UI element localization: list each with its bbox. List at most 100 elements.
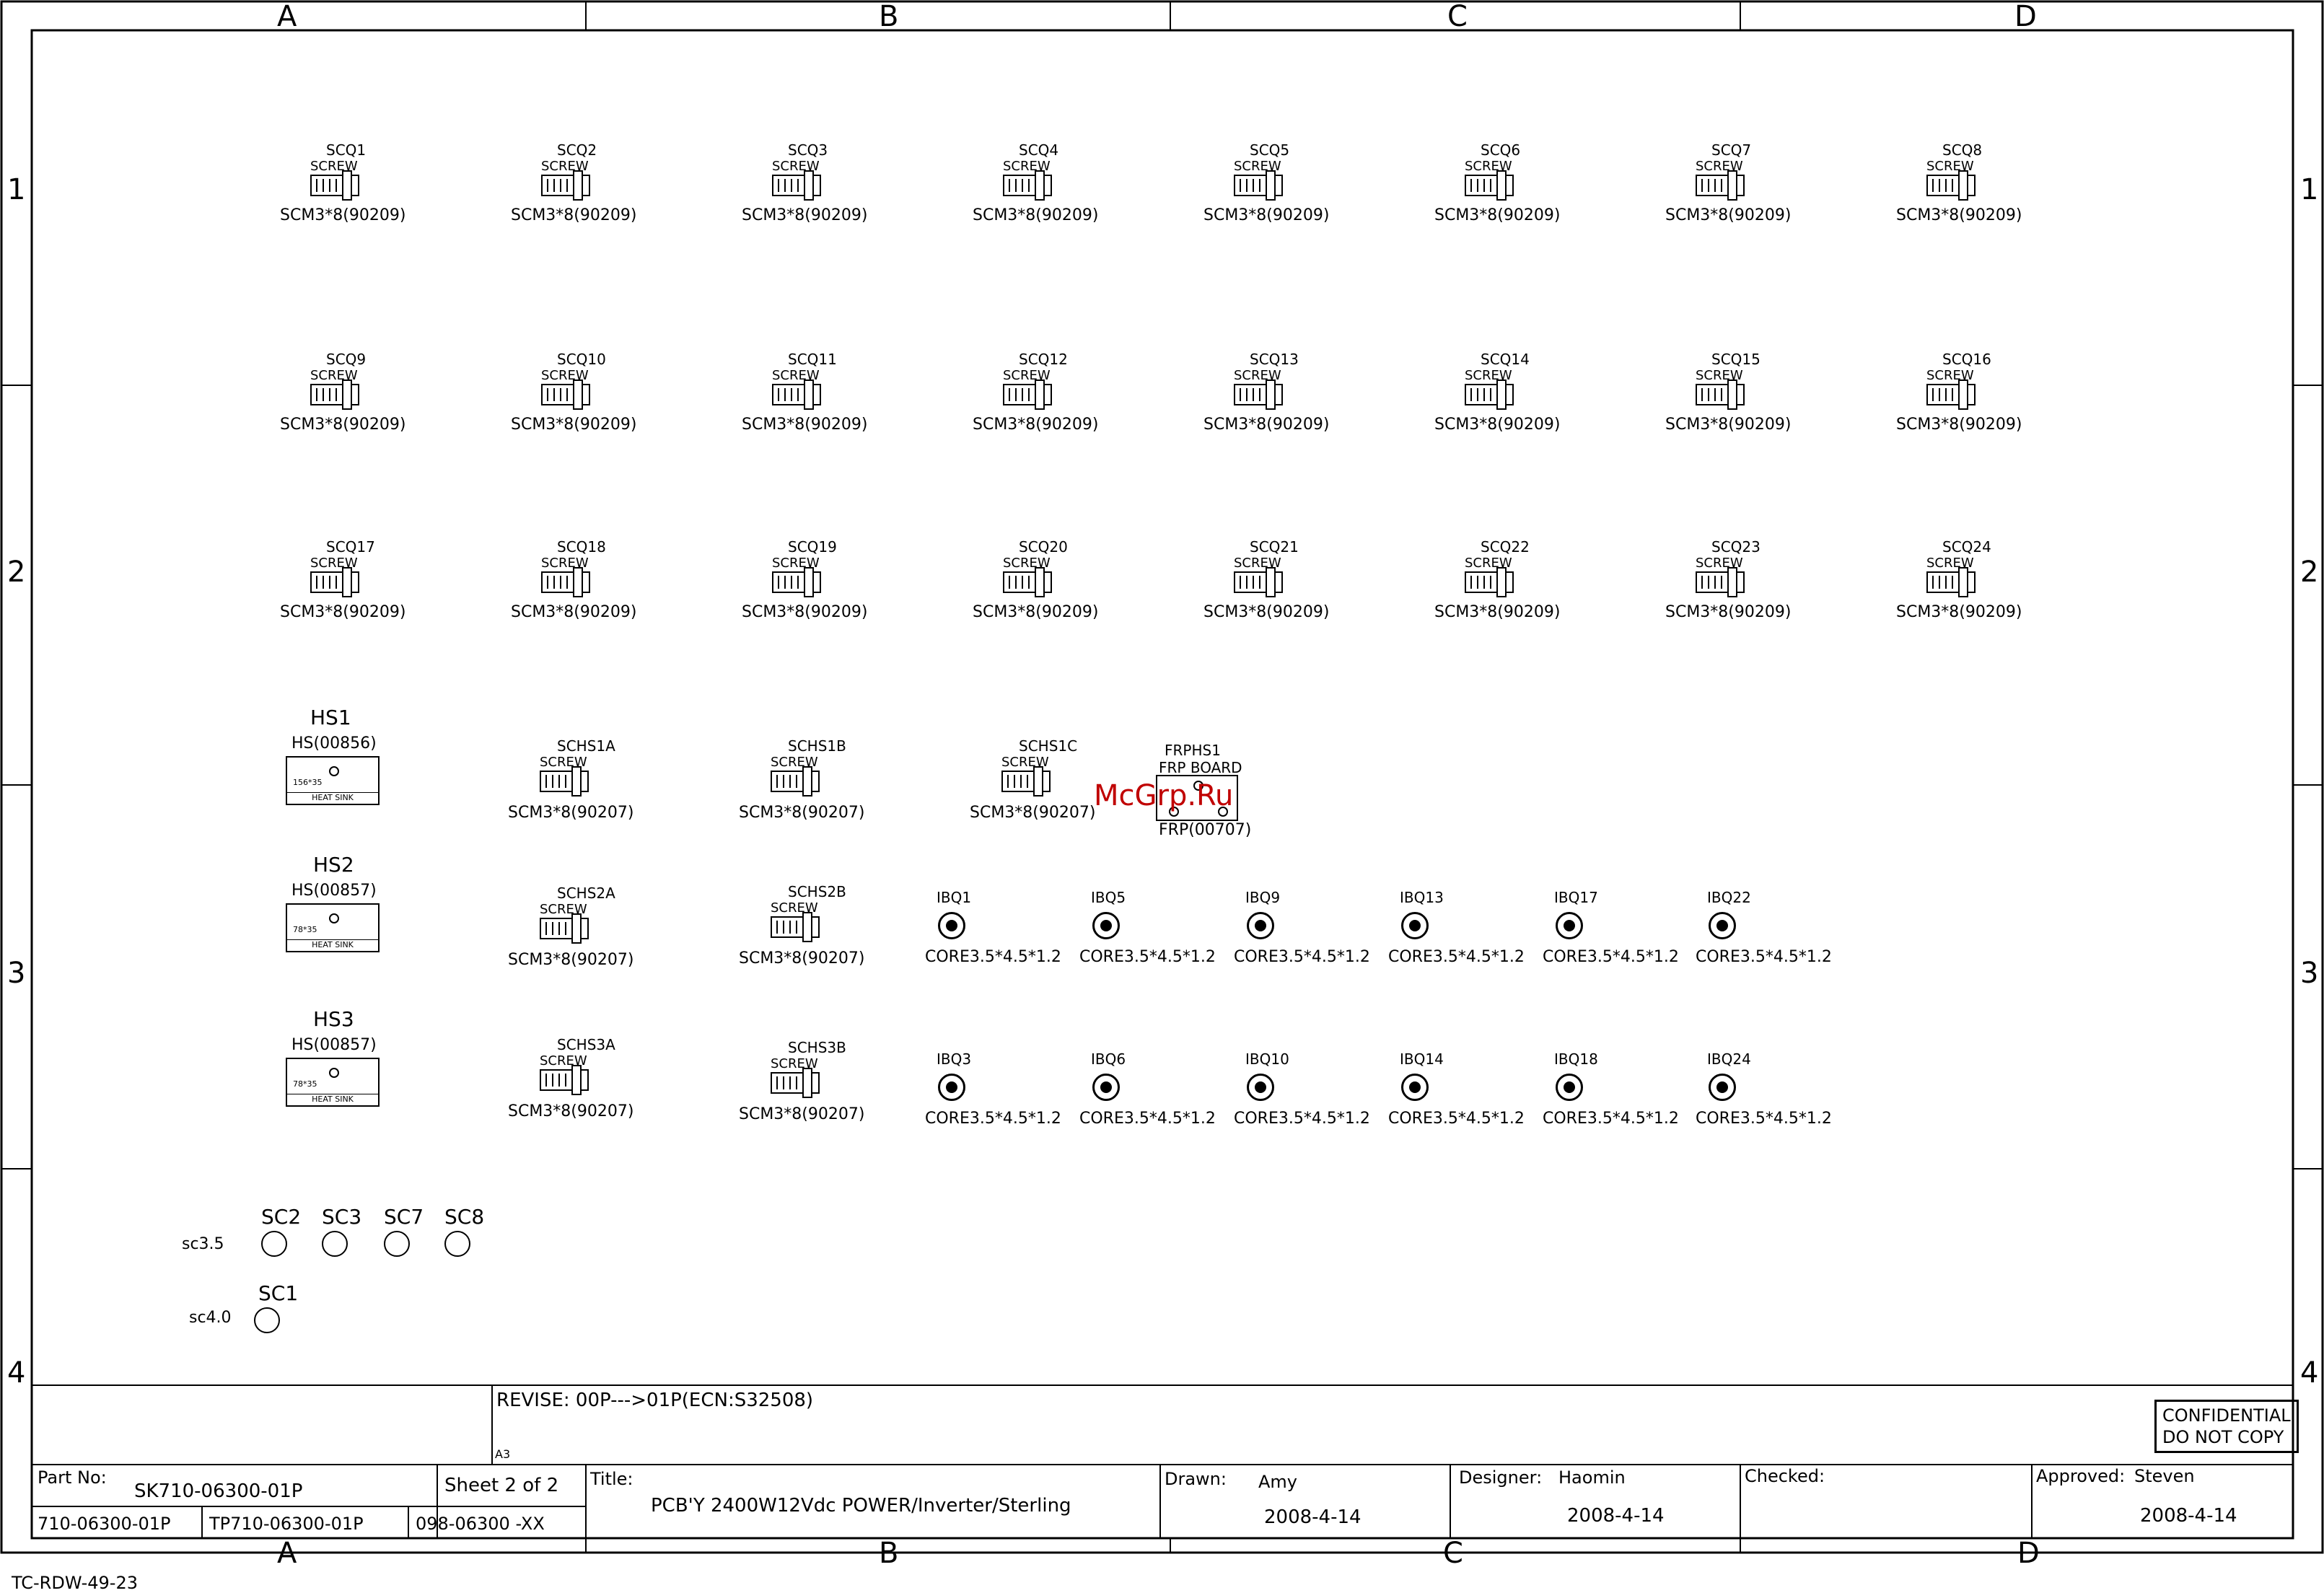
- screw-value: SCM3*8(90209): [973, 416, 1099, 434]
- screw-symbol: [541, 379, 590, 410]
- heatsink-ref: HS2: [313, 853, 354, 877]
- screw-ref: SCQ16: [1942, 351, 1991, 368]
- screw-value: SCM3*8(90207): [970, 804, 1096, 822]
- part-no-value: SK710-06300-01P: [134, 1480, 303, 1502]
- core-ref: IBQ5: [1091, 889, 1126, 906]
- schematic-sheet: A B C D A B C D 1 2 3 4 1 2 3 4 SCQ1 SCRE…: [0, 0, 2324, 1593]
- screw-value: SCM3*8(90209): [973, 603, 1099, 621]
- screw-ref: SCQ9: [326, 351, 367, 368]
- core-value: CORE3.5*4.5*1.2: [1696, 948, 1832, 966]
- core-ref: IBQ1: [937, 889, 972, 906]
- heatsink-symbol: 156*35 HEAT SINK: [286, 756, 380, 805]
- mounting-hole-size-label: sc4.0: [189, 1309, 232, 1327]
- title-label: Title:: [590, 1469, 633, 1489]
- mounting-hole-size-label: sc3.5: [182, 1235, 224, 1253]
- approved-label: Approved:: [2036, 1466, 2126, 1486]
- zone-col-c-top: C: [1447, 0, 1468, 33]
- screw-ref: SCQ10: [557, 351, 606, 368]
- mounting-hole-symbol: [254, 1307, 280, 1333]
- screw-ref: SCQ11: [788, 351, 837, 368]
- heatsink-ref: HS1: [310, 706, 351, 729]
- screw-value: SCM3*8(90209): [280, 206, 406, 224]
- screw-ref: SCQ22: [1481, 538, 1530, 556]
- screw-value: SCM3*8(90209): [1896, 416, 2022, 434]
- core-ref: IBQ9: [1245, 889, 1281, 906]
- code-2: TP710-06300-01P: [209, 1514, 364, 1534]
- mounting-hole-symbol: [384, 1231, 410, 1257]
- drawn-date: 2008-4-14: [1264, 1506, 1361, 1528]
- mounting-hole-ref: SC2: [261, 1205, 302, 1229]
- screw-value: SCM3*8(90209): [1434, 416, 1561, 434]
- drawn-label: Drawn:: [1165, 1469, 1227, 1489]
- screw-symbol: [771, 912, 820, 942]
- ferrite-core-symbol: [938, 1074, 965, 1101]
- screw-symbol: [1696, 567, 1745, 597]
- core-ref: IBQ6: [1091, 1050, 1126, 1068]
- zone-row-2-left: 2: [7, 556, 26, 589]
- heatsink-ref: HS3: [313, 1007, 354, 1031]
- screw-ref: SCHS1A: [557, 737, 615, 755]
- zone-row-3-right: 3: [2300, 957, 2319, 990]
- confidential-stamp: CONFIDENTIAL DO NOT COPY: [2154, 1400, 2299, 1453]
- core-value: CORE3.5*4.5*1.2: [1543, 1110, 1679, 1128]
- screw-symbol: [1465, 379, 1514, 410]
- screw-value: SCM3*8(90209): [1434, 206, 1561, 224]
- heatsink-symbol: 78*35 HEAT SINK: [286, 1058, 380, 1107]
- screw-ref: SCQ21: [1250, 538, 1299, 556]
- screw-symbol: [1926, 170, 1976, 201]
- screw-ref: SCQ23: [1711, 538, 1760, 556]
- screw-symbol: [1234, 567, 1283, 597]
- confidential-text: CONFIDENTIAL: [2162, 1405, 2291, 1426]
- code-1: 710-06300-01P: [38, 1514, 171, 1534]
- drawn-by: Amy: [1258, 1472, 1297, 1492]
- heatsink-value: HS(00857): [291, 882, 377, 900]
- screw-symbol: [1234, 170, 1283, 201]
- screw-symbol: [310, 567, 359, 597]
- approved-by: Steven: [2134, 1466, 2195, 1486]
- screw-ref: SCQ14: [1481, 351, 1530, 368]
- screw-ref: SCQ3: [788, 141, 828, 159]
- zone-row-2-right: 2: [2300, 556, 2319, 589]
- frp-value: FRP(00707): [1159, 821, 1252, 839]
- core-ref: IBQ10: [1245, 1050, 1289, 1068]
- screw-symbol: [1696, 379, 1745, 410]
- frp-ref: FRPHS1: [1165, 742, 1221, 759]
- screw-ref: SCQ19: [788, 538, 837, 556]
- mounting-hole-symbol: [322, 1231, 348, 1257]
- screw-ref: SCHS1B: [788, 737, 846, 755]
- screw-ref: SCHS2A: [557, 885, 615, 902]
- core-ref: IBQ17: [1554, 889, 1598, 906]
- screw-value: SCM3*8(90209): [280, 603, 406, 621]
- screw-symbol: [772, 170, 821, 201]
- ferrite-core-symbol: [1092, 912, 1120, 939]
- screw-symbol: [1465, 567, 1514, 597]
- ferrite-core-symbol: [1092, 1074, 1120, 1101]
- screw-ref: SCQ4: [1019, 141, 1059, 159]
- screw-ref: SCQ1: [326, 141, 367, 159]
- core-value: CORE3.5*4.5*1.2: [1234, 948, 1370, 966]
- core-ref: IBQ18: [1554, 1050, 1598, 1068]
- screw-value: SCM3*8(90209): [742, 416, 868, 434]
- screw-symbol: [310, 379, 359, 410]
- zone-col-b-top: B: [879, 0, 899, 33]
- core-ref: IBQ14: [1400, 1050, 1444, 1068]
- mounting-hole-ref: SC1: [258, 1281, 299, 1305]
- mounting-hole-ref: SC7: [384, 1205, 424, 1229]
- screw-ref: SCQ13: [1250, 351, 1299, 368]
- ferrite-core-symbol: [1247, 1074, 1274, 1101]
- designer-name: Haomin: [1558, 1467, 1626, 1488]
- core-value: CORE3.5*4.5*1.2: [925, 948, 1061, 966]
- sheet-size: A3: [495, 1447, 511, 1461]
- screw-ref: SCQ20: [1019, 538, 1068, 556]
- mounting-hole-symbol: [261, 1231, 287, 1257]
- screw-ref: SCHS3B: [788, 1039, 846, 1056]
- screw-value: SCM3*8(90209): [1896, 603, 2022, 621]
- screw-symbol: [771, 766, 820, 796]
- screw-value: SCM3*8(90209): [973, 206, 1099, 224]
- core-value: CORE3.5*4.5*1.2: [1543, 948, 1679, 966]
- core-value: CORE3.5*4.5*1.2: [1079, 948, 1216, 966]
- core-ref: IBQ13: [1400, 889, 1444, 906]
- screw-ref: SCHS1C: [1019, 737, 1078, 755]
- heatsink-value: HS(00857): [291, 1036, 377, 1054]
- mounting-hole-symbol: [444, 1231, 470, 1257]
